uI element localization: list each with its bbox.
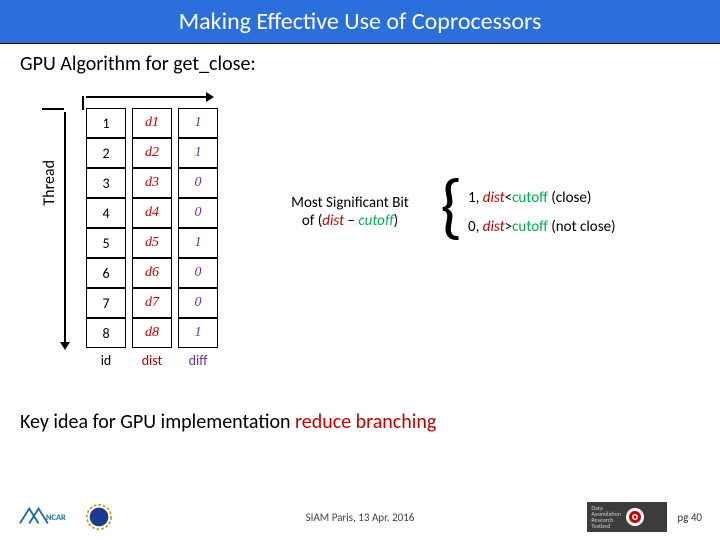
thread-arrow-right-icon bbox=[86, 96, 206, 98]
cell-dist: d7 bbox=[132, 288, 172, 318]
table-row: 6d60 bbox=[86, 258, 218, 288]
nsf-logo-icon bbox=[84, 503, 114, 531]
table-row: 1d11 bbox=[86, 108, 218, 138]
cell-diff: 1 bbox=[178, 138, 218, 168]
cell-id: 2 bbox=[86, 138, 126, 168]
thread-axis-label: Thread bbox=[40, 160, 59, 206]
legend-close: 1, dist<cutoff (close) bbox=[468, 184, 616, 213]
data-table: 1d112d213d304d405d516d607d708d81 id dist… bbox=[86, 108, 218, 369]
table-row: 3d30 bbox=[86, 168, 218, 198]
msb-explanation: Most Significant Bit of (dist – cutoff) bbox=[280, 194, 420, 230]
legend-not-close: 0, dist>cutoff (not close) bbox=[468, 213, 616, 242]
cell-id: 8 bbox=[86, 318, 126, 348]
cell-diff: 1 bbox=[178, 318, 218, 348]
cell-id: 1 bbox=[86, 108, 126, 138]
cell-dist: d3 bbox=[132, 168, 172, 198]
cell-id: 6 bbox=[86, 258, 126, 288]
cell-id: 3 bbox=[86, 168, 126, 198]
cell-dist: d8 bbox=[132, 318, 172, 348]
cell-dist: d4 bbox=[132, 198, 172, 228]
ncar-logo-icon: NCAR bbox=[18, 503, 74, 531]
cell-id: 5 bbox=[86, 228, 126, 258]
header-diff: diff bbox=[178, 352, 218, 369]
slide-title-bar: Making Effective Use of Coprocessors bbox=[0, 0, 720, 44]
cell-id: 4 bbox=[86, 198, 126, 228]
cell-diff: 0 bbox=[178, 198, 218, 228]
cell-dist: d2 bbox=[132, 138, 172, 168]
table-row: 4d40 bbox=[86, 198, 218, 228]
table-row: 7d70 bbox=[86, 288, 218, 318]
cell-id: 7 bbox=[86, 288, 126, 318]
brace-icon: { bbox=[440, 174, 463, 239]
header-id: id bbox=[86, 352, 126, 369]
svg-text:NCAR: NCAR bbox=[46, 513, 66, 523]
cell-diff: 0 bbox=[178, 258, 218, 288]
table-row: 2d21 bbox=[86, 138, 218, 168]
table-row: 8d81 bbox=[86, 318, 218, 348]
cell-diff: 1 bbox=[178, 228, 218, 258]
legend: 1, dist<cutoff (close) 0, dist>cutoff (n… bbox=[468, 184, 616, 241]
cell-diff: 0 bbox=[178, 288, 218, 318]
conference-label: SIAM Paris, 13 Apr. 2016 bbox=[306, 511, 415, 524]
thread-arrow-down-icon bbox=[64, 112, 66, 342]
footer-logos: NCAR bbox=[18, 503, 114, 531]
footer: NCAR SIAM Paris, 13 Apr. 2016 Data Assim… bbox=[0, 502, 720, 532]
subtitle: GPU Algorithm for get_close: bbox=[0, 44, 720, 84]
key-idea: Key idea for GPU implementation reduce b… bbox=[0, 404, 720, 440]
cell-diff: 1 bbox=[178, 108, 218, 138]
page-number: pg 40 bbox=[677, 511, 702, 524]
dart-logo-icon: Data Assimilation Research Testbed bbox=[587, 502, 667, 532]
cell-dist: d5 bbox=[132, 228, 172, 258]
header-dist: dist bbox=[132, 352, 172, 369]
cell-dist: d6 bbox=[132, 258, 172, 288]
cell-diff: 0 bbox=[178, 168, 218, 198]
cell-dist: d1 bbox=[132, 108, 172, 138]
table-row: 5d51 bbox=[86, 228, 218, 258]
slide-title: Making Effective Use of Coprocessors bbox=[179, 7, 542, 36]
table-header-row: id dist diff bbox=[86, 352, 218, 369]
diagram-area: Thread 1d112d213d304d405d516d607d708d81 … bbox=[0, 84, 720, 404]
